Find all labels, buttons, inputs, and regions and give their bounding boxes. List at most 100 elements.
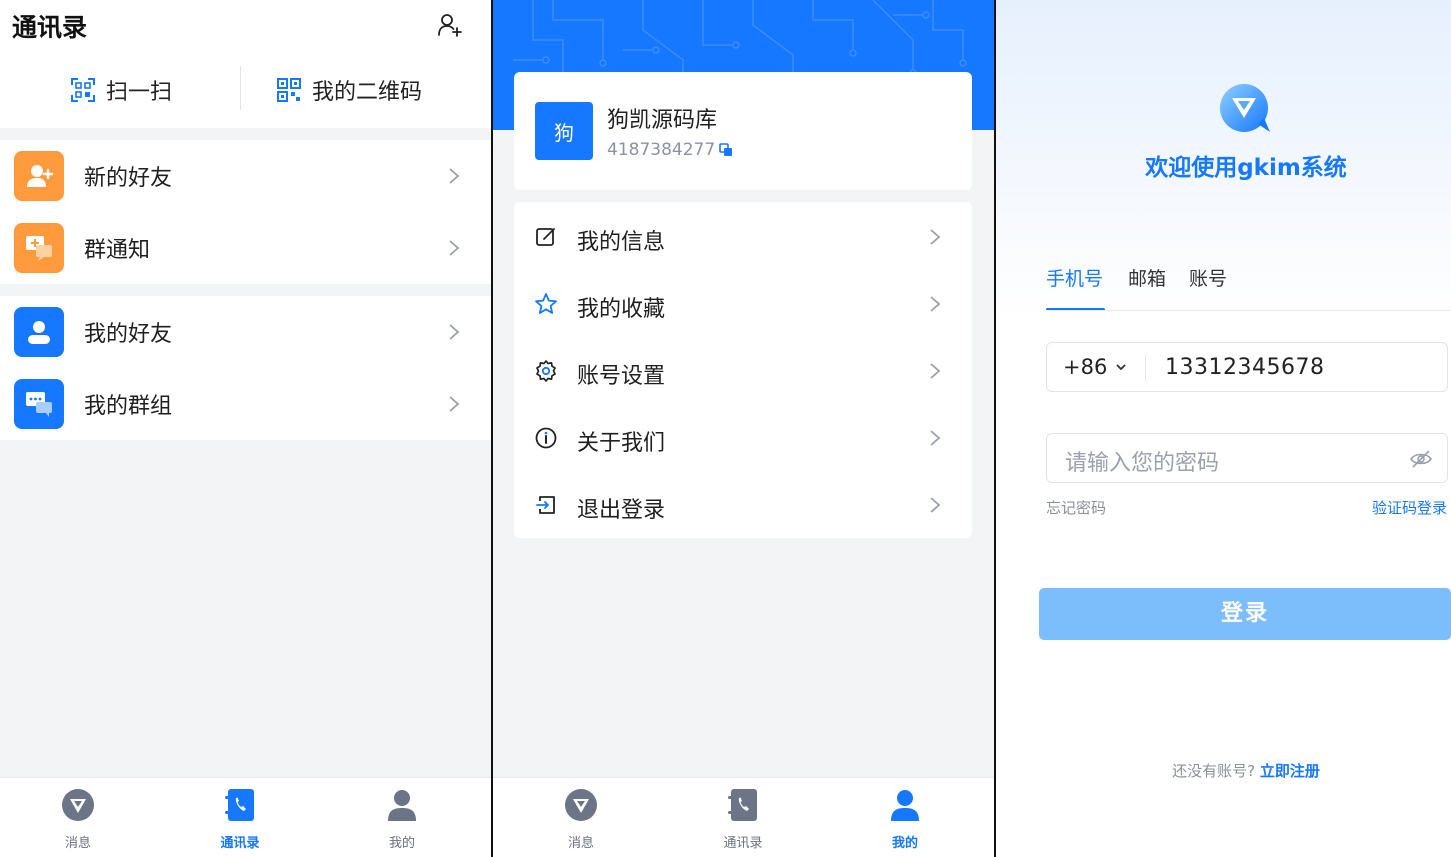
copy-icon[interactable] (719, 143, 733, 157)
profile-id: 4187384277 (607, 140, 733, 160)
tab-label: 消息 (567, 836, 594, 851)
menu-item-label: 账号设置 (577, 364, 666, 389)
list-item-label: 我的好友 (84, 322, 173, 347)
no-account-text: 还没有账号? (1172, 762, 1256, 780)
scan-label: 扫一扫 (106, 80, 173, 105)
contacts-header: 通讯录 扫一扫 我的二维码 (0, 0, 491, 128)
login-button[interactable]: 登录 (1039, 588, 1451, 640)
bottom-tabbar: 消息 通讯录 我的 (493, 777, 994, 857)
menu-item-logout[interactable]: 退出登录 (514, 472, 972, 539)
tab-contacts[interactable]: 通讯录 (200, 788, 280, 851)
qr-actions: 扫一扫 我的二维码 (0, 66, 491, 114)
logout-icon (536, 496, 555, 514)
bottom-tabbar: 消息 通讯录 我的 (0, 777, 491, 857)
chevron-down-icon (1116, 364, 1126, 371)
messages-icon (565, 789, 597, 821)
avatar[interactable]: 狗 (535, 102, 593, 160)
group-notice-icon (14, 223, 64, 273)
contacts-book-icon (728, 789, 757, 821)
chevron-right-icon (449, 324, 460, 340)
menu-item-label: 退出登录 (577, 498, 666, 523)
menu-item-account-settings[interactable]: 账号设置 (514, 338, 972, 405)
tab-contacts[interactable]: 通讯录 (703, 788, 783, 851)
chevron-right-icon (449, 168, 460, 184)
password-input[interactable]: 请输入您的密码 (1065, 445, 1219, 477)
menu-item-favorites[interactable]: 我的收藏 (514, 271, 972, 338)
chevron-right-icon (930, 229, 941, 245)
eye-off-icon[interactable] (1409, 449, 1433, 469)
tab-label: 通讯录 (723, 836, 763, 851)
tab-me[interactable]: 我的 (865, 788, 945, 851)
chevron-right-icon (930, 363, 941, 379)
tabs-divider (1046, 310, 1451, 311)
list-item-label: 新的好友 (84, 166, 173, 191)
tab-label: 通讯录 (220, 836, 260, 851)
contacts-screen: 通讯录 扫一扫 我的二维码 新的好友 群通知 我的好友 我的群组 消息 通讯录 … (0, 0, 491, 857)
list-item-group-notice[interactable]: 群通知 (0, 212, 491, 284)
tab-account[interactable]: 账号 (1189, 264, 1227, 291)
friends-icon (14, 307, 64, 357)
country-code-select[interactable]: +86 (1063, 355, 1127, 379)
add-friend-icon[interactable] (437, 12, 463, 38)
login-method-tabs: 手机号 邮箱 账号 (1046, 264, 1446, 312)
register-link[interactable]: 立即注册 (1260, 762, 1320, 780)
tab-me[interactable]: 我的 (362, 788, 442, 851)
signup-prompt: 还没有账号? 立即注册 (996, 760, 1451, 781)
scan-icon (71, 78, 95, 102)
list-item-my-friends[interactable]: 我的好友 (0, 296, 491, 368)
gear-icon (536, 360, 556, 382)
tab-label: 我的 (891, 836, 918, 851)
tab-phone[interactable]: 手机号 (1046, 264, 1103, 291)
profile-card[interactable]: 狗 狗凯源码库 4187384277 (514, 72, 972, 190)
profile-name: 狗凯源码库 (607, 108, 718, 133)
menu-item-about[interactable]: 关于我们 (514, 405, 972, 472)
messages-icon (62, 789, 94, 821)
list-item-new-friends[interactable]: 新的好友 (0, 140, 491, 212)
friends-group: 我的好友 我的群组 (0, 296, 491, 440)
groups-icon (14, 379, 64, 429)
chevron-right-icon (449, 240, 460, 256)
qr-divider (240, 66, 241, 110)
notify-group: 新的好友 群通知 (0, 140, 491, 284)
my-qrcode-label: 我的二维码 (312, 80, 423, 105)
tab-label: 消息 (64, 836, 91, 851)
phone-field: +86 13312345678 (1046, 342, 1448, 392)
my-qrcode-button[interactable]: 我的二维码 (276, 70, 422, 110)
app-logo-icon (1220, 84, 1270, 132)
phone-input[interactable]: 13312345678 (1165, 355, 1324, 380)
contacts-book-icon (225, 789, 254, 821)
menu-item-label: 我的收藏 (577, 297, 666, 322)
chevron-right-icon (449, 396, 460, 412)
welcome-title: 欢迎使用gkim系统 (1145, 155, 1347, 181)
person-icon (891, 790, 919, 821)
tab-messages[interactable]: 消息 (38, 788, 118, 851)
chevron-right-icon (930, 430, 941, 446)
profile-menu: 我的信息 我的收藏 账号设置 关于我们 退出登录 (514, 202, 972, 538)
login-screen: 欢迎使用gkim系统 手机号 邮箱 账号 +86 13312345678 请输入… (996, 0, 1451, 857)
edit-icon (536, 228, 555, 246)
menu-item-label: 关于我们 (577, 431, 666, 456)
star-icon (535, 293, 557, 314)
menu-item-my-info[interactable]: 我的信息 (514, 204, 972, 271)
page-title: 通讯录 (12, 13, 88, 42)
code-login-link[interactable]: 验证码登录 (1372, 497, 1447, 518)
profile-screen: 狗 狗凯源码库 4187384277 我的信息 我的收藏 账号设置 关于我们 退… (493, 0, 994, 857)
menu-item-label: 我的信息 (577, 230, 666, 255)
new-friend-icon (14, 151, 64, 201)
forgot-password-link[interactable]: 忘记密码 (1046, 497, 1106, 518)
password-field[interactable]: 请输入您的密码 (1046, 433, 1448, 483)
field-divider (1145, 355, 1146, 381)
list-item-label: 群通知 (84, 238, 151, 263)
tab-label: 我的 (388, 836, 415, 851)
qrcode-icon (277, 78, 301, 102)
list-item-my-groups[interactable]: 我的群组 (0, 368, 491, 440)
tab-email[interactable]: 邮箱 (1128, 264, 1166, 291)
scan-button[interactable]: 扫一扫 (70, 70, 172, 110)
chevron-right-icon (930, 497, 941, 513)
list-item-label: 我的群组 (84, 394, 173, 419)
chevron-right-icon (930, 296, 941, 312)
profile-id-text: 4187384277 (607, 140, 716, 160)
tab-messages[interactable]: 消息 (541, 788, 621, 851)
person-icon (388, 790, 416, 821)
country-code-value: +86 (1063, 355, 1108, 379)
